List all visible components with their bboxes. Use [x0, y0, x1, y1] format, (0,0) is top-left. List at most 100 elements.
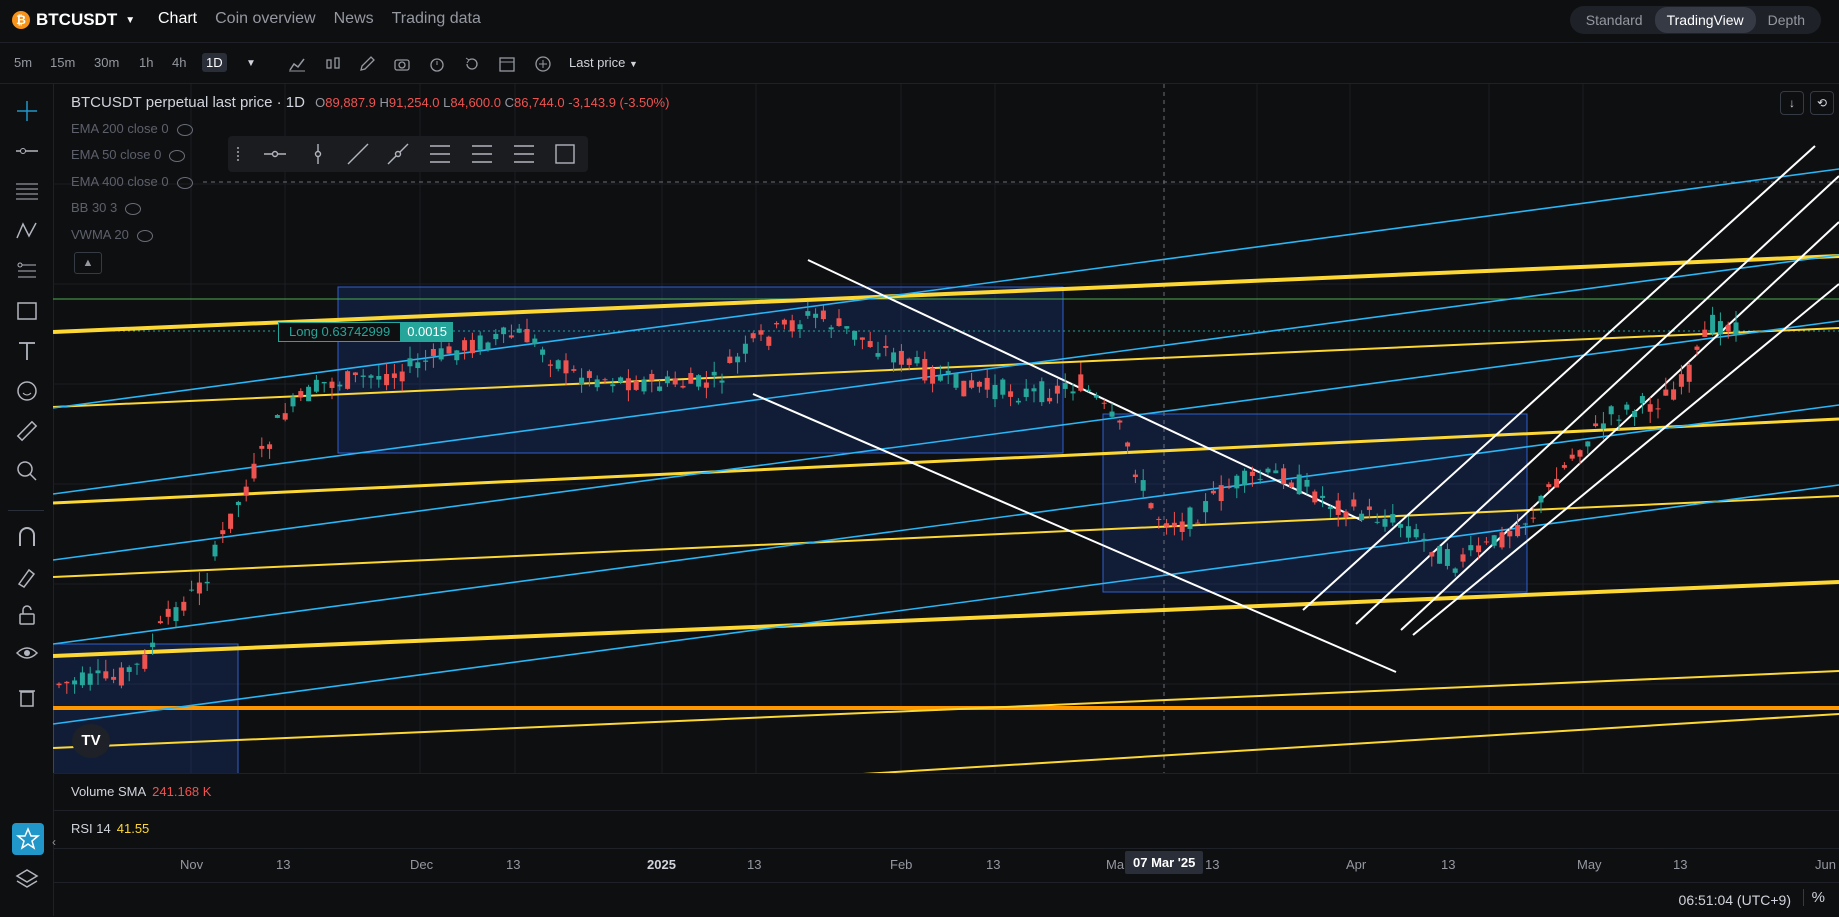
indicator-ema50[interactable]: EMA 50 close 0: [71, 147, 186, 162]
high-value: 91,254.0: [388, 95, 440, 110]
time-axis[interactable]: Nov 13 Dec 13 2025 13 Feb 13 Ma 13 Apr 1…: [53, 848, 1839, 878]
eye-hidden-icon[interactable]: [176, 123, 193, 136]
candle-body: [64, 681, 70, 684]
rectangle-icon[interactable]: [14, 298, 40, 324]
arrow-down-icon[interactable]: ↓: [1780, 91, 1804, 115]
text-icon[interactable]: [14, 338, 40, 364]
candle-type-icon[interactable]: [324, 55, 342, 73]
ruler-icon[interactable]: [14, 418, 40, 444]
timeframe-1d[interactable]: 1D: [202, 53, 227, 72]
candle-body: [1265, 468, 1271, 473]
percent-scale-toggle[interactable]: %: [1802, 889, 1825, 906]
indicator-label: EMA 200 close 0: [71, 121, 169, 136]
timeframe-1h[interactable]: 1h: [139, 55, 153, 70]
position-side: Long 0.63742999: [278, 322, 402, 342]
collapse-legend-button[interactable]: ▲: [74, 252, 102, 274]
eye-icon[interactable]: [14, 640, 40, 666]
fib-lines-icon[interactable]: [14, 178, 40, 204]
zoom-in-icon[interactable]: [14, 458, 40, 484]
candle-body: [657, 386, 663, 391]
eye-hidden-icon[interactable]: [169, 149, 186, 162]
candle-body: [641, 379, 647, 392]
candle-body: [1203, 501, 1209, 513]
candle-body: [1101, 402, 1107, 404]
eye-hidden-icon[interactable]: [136, 229, 153, 242]
layers-icon[interactable]: [14, 866, 40, 892]
indicator-ema200[interactable]: EMA 200 close 0: [71, 121, 193, 136]
view-tradingview[interactable]: TradingView: [1654, 7, 1756, 33]
tab-news[interactable]: News: [334, 10, 374, 28]
timeframe-30m[interactable]: 30m: [94, 55, 119, 70]
timeframe-15m[interactable]: 15m: [50, 55, 75, 70]
candle-body: [1132, 474, 1138, 478]
alarm-icon[interactable]: [428, 55, 446, 73]
crosshair-icon[interactable]: [14, 98, 40, 124]
candle-body: [625, 378, 631, 391]
symbol-selector[interactable]: ₿ BTCUSDT ▼: [12, 10, 135, 30]
candle-body: [485, 342, 491, 350]
candle-body: [579, 377, 585, 385]
range-box[interactable]: [337, 286, 1064, 454]
candle-body: [1015, 400, 1021, 403]
candle-body: [337, 384, 343, 387]
camera-icon[interactable]: [393, 55, 411, 73]
candle-body: [1195, 522, 1201, 524]
price-chart[interactable]: [53, 84, 1839, 774]
candle-body: [290, 396, 296, 407]
candle-body: [376, 376, 382, 380]
candle-body: [945, 370, 951, 374]
clock[interactable]: 06:51:04 (UTC+9): [1679, 892, 1791, 908]
chart-canvas[interactable]: [53, 84, 1839, 774]
favorites-star-icon[interactable]: [12, 823, 44, 855]
candle-body: [267, 444, 273, 449]
indicator-ema400[interactable]: EMA 400 close 0: [71, 174, 193, 189]
timeframe-4h[interactable]: 4h: [172, 55, 186, 70]
candle-body: [111, 676, 117, 680]
candle-body: [173, 607, 179, 622]
indicator-vwma[interactable]: VWMA 20: [71, 227, 153, 242]
projection-icon[interactable]: [14, 258, 40, 284]
tab-trading-data[interactable]: Trading data: [392, 10, 481, 28]
indicators-icon[interactable]: [288, 55, 306, 73]
candle-body: [1491, 535, 1497, 546]
candle-body: [930, 368, 936, 384]
candle-body: [1733, 322, 1739, 335]
pencil-icon[interactable]: [358, 55, 376, 73]
eye-hidden-icon[interactable]: [176, 176, 193, 189]
timeframe-dropdown-icon[interactable]: ▼: [246, 58, 256, 69]
collapse-toolbar-icon[interactable]: ‹: [52, 835, 56, 849]
position-label[interactable]: Long 0.63742999 0.0015: [278, 322, 453, 342]
candle-body: [969, 380, 975, 388]
indicator-bb[interactable]: BB 30 3: [71, 200, 142, 215]
candle-body: [1694, 346, 1700, 350]
crosshair-date-label: 07 Mar '25: [1125, 851, 1204, 874]
candle-body: [391, 373, 397, 378]
trash-icon[interactable]: [14, 684, 40, 710]
tab-coin-overview[interactable]: Coin overview: [215, 10, 315, 28]
candle-body: [243, 486, 249, 496]
view-standard[interactable]: Standard: [1574, 7, 1655, 33]
tab-chart[interactable]: Chart: [158, 10, 197, 28]
emoji-icon[interactable]: [14, 378, 40, 404]
horizontal-ray-icon[interactable]: [14, 138, 40, 164]
price-type-select[interactable]: Last price ▼: [569, 55, 638, 70]
candle-body: [1148, 503, 1154, 509]
candle-body: [618, 377, 624, 383]
pattern-icon[interactable]: [14, 218, 40, 244]
lock-icon[interactable]: [14, 602, 40, 628]
volume-label: Volume SMA: [71, 784, 147, 799]
lock-drawing-icon[interactable]: [14, 564, 40, 590]
calendar-icon[interactable]: [498, 55, 516, 73]
x-tick: 13: [506, 857, 521, 872]
add-icon[interactable]: [534, 55, 552, 73]
candle-body: [820, 310, 826, 320]
view-depth[interactable]: Depth: [1756, 7, 1817, 33]
yellow-trend-line: [862, 713, 1839, 774]
magnet-icon[interactable]: [14, 524, 40, 550]
sync-icon[interactable]: ⟲: [1810, 91, 1834, 115]
eye-hidden-icon[interactable]: [125, 202, 142, 215]
candle-body: [797, 324, 803, 330]
timeframe-5m[interactable]: 5m: [14, 55, 32, 70]
tradingview-logo[interactable]: TV: [72, 724, 110, 758]
replay-icon[interactable]: [463, 55, 481, 73]
